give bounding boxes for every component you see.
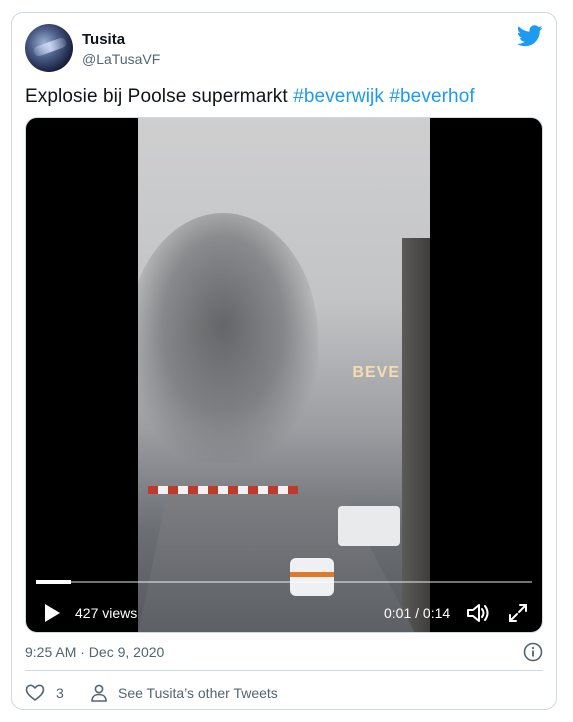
video-progress [36,580,71,584]
tweet-timestamp[interactable]: 9:25 AM · Dec 9, 2020 [25,644,164,660]
tweet-card: Tusita @LaTusaVF Explosie bij Poolse sup… [11,12,557,710]
volume-icon[interactable] [466,602,490,624]
see-other-tweets-link[interactable]: See Tusita’s other Tweets [118,685,278,701]
fullscreen-icon[interactable] [508,603,528,623]
hashtag-beverhof[interactable]: #beverhof [389,86,474,107]
hashtag-beverwijk[interactable]: #beverwijk [293,86,384,107]
tweet-text: Explosie bij Poolse supermarkt #beverwij… [25,86,475,108]
video-player[interactable]: BEVE 427 views 0:01 / 0:14 [25,117,543,633]
info-icon[interactable] [523,642,543,662]
play-icon[interactable] [42,603,62,623]
tweet-body: Explosie bij Poolse supermarkt [25,86,288,107]
heart-icon[interactable] [25,683,45,703]
video-frame: BEVE [138,118,430,632]
avatar[interactable] [25,24,73,72]
author-handle[interactable]: @LaTusaVF [82,51,160,67]
author-display-name[interactable]: Tusita [82,31,125,48]
like-count[interactable]: 3 [56,685,64,701]
video-scrubber[interactable] [36,581,532,583]
person-icon[interactable] [89,683,109,703]
divider [25,670,543,671]
view-count: 427 views [75,605,138,621]
playback-time: 0:01 / 0:14 [384,605,451,621]
twitter-bird-icon[interactable] [517,25,543,47]
scene-sign: BEVE [352,364,400,381]
